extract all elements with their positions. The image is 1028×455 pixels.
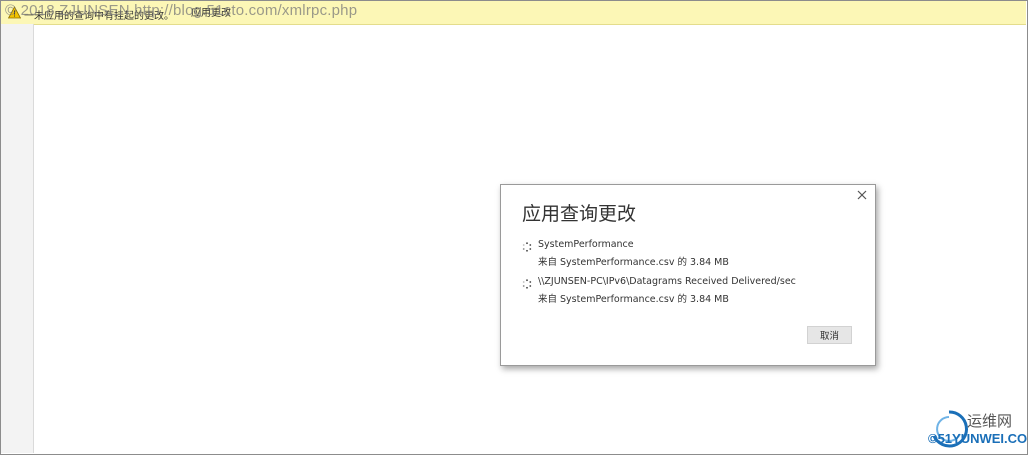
watermark-text: © 2018 ZJUNSEN http://blog.51cto.com/xml… <box>5 2 358 19</box>
close-icon[interactable] <box>856 189 868 201</box>
apply-query-changes-dialog: 应用查询更改 SystemPerformance 来自 SystemPerfor… <box>500 184 876 366</box>
logo-site: ©51YUNWEI.COM <box>928 431 1028 446</box>
spinner-icon <box>522 279 532 289</box>
site-logo: 运维网 ©51YUNWEI.COM <box>926 406 1028 452</box>
query-source: 来自 SystemPerformance.csv 的 3.84 MB <box>538 294 729 305</box>
logo-name: 运维网 <box>967 412 1013 430</box>
query-name: \\ZJUNSEN-PC\IPv6\Datagrams Received Del… <box>538 276 796 287</box>
cancel-button[interactable]: 取消 <box>807 326 852 344</box>
spinner-icon <box>522 242 532 252</box>
query-source: 来自 SystemPerformance.csv 的 3.84 MB <box>538 257 729 268</box>
dialog-title: 应用查询更改 <box>522 203 637 225</box>
left-panel <box>1 24 34 453</box>
query-name: SystemPerformance <box>538 239 634 250</box>
